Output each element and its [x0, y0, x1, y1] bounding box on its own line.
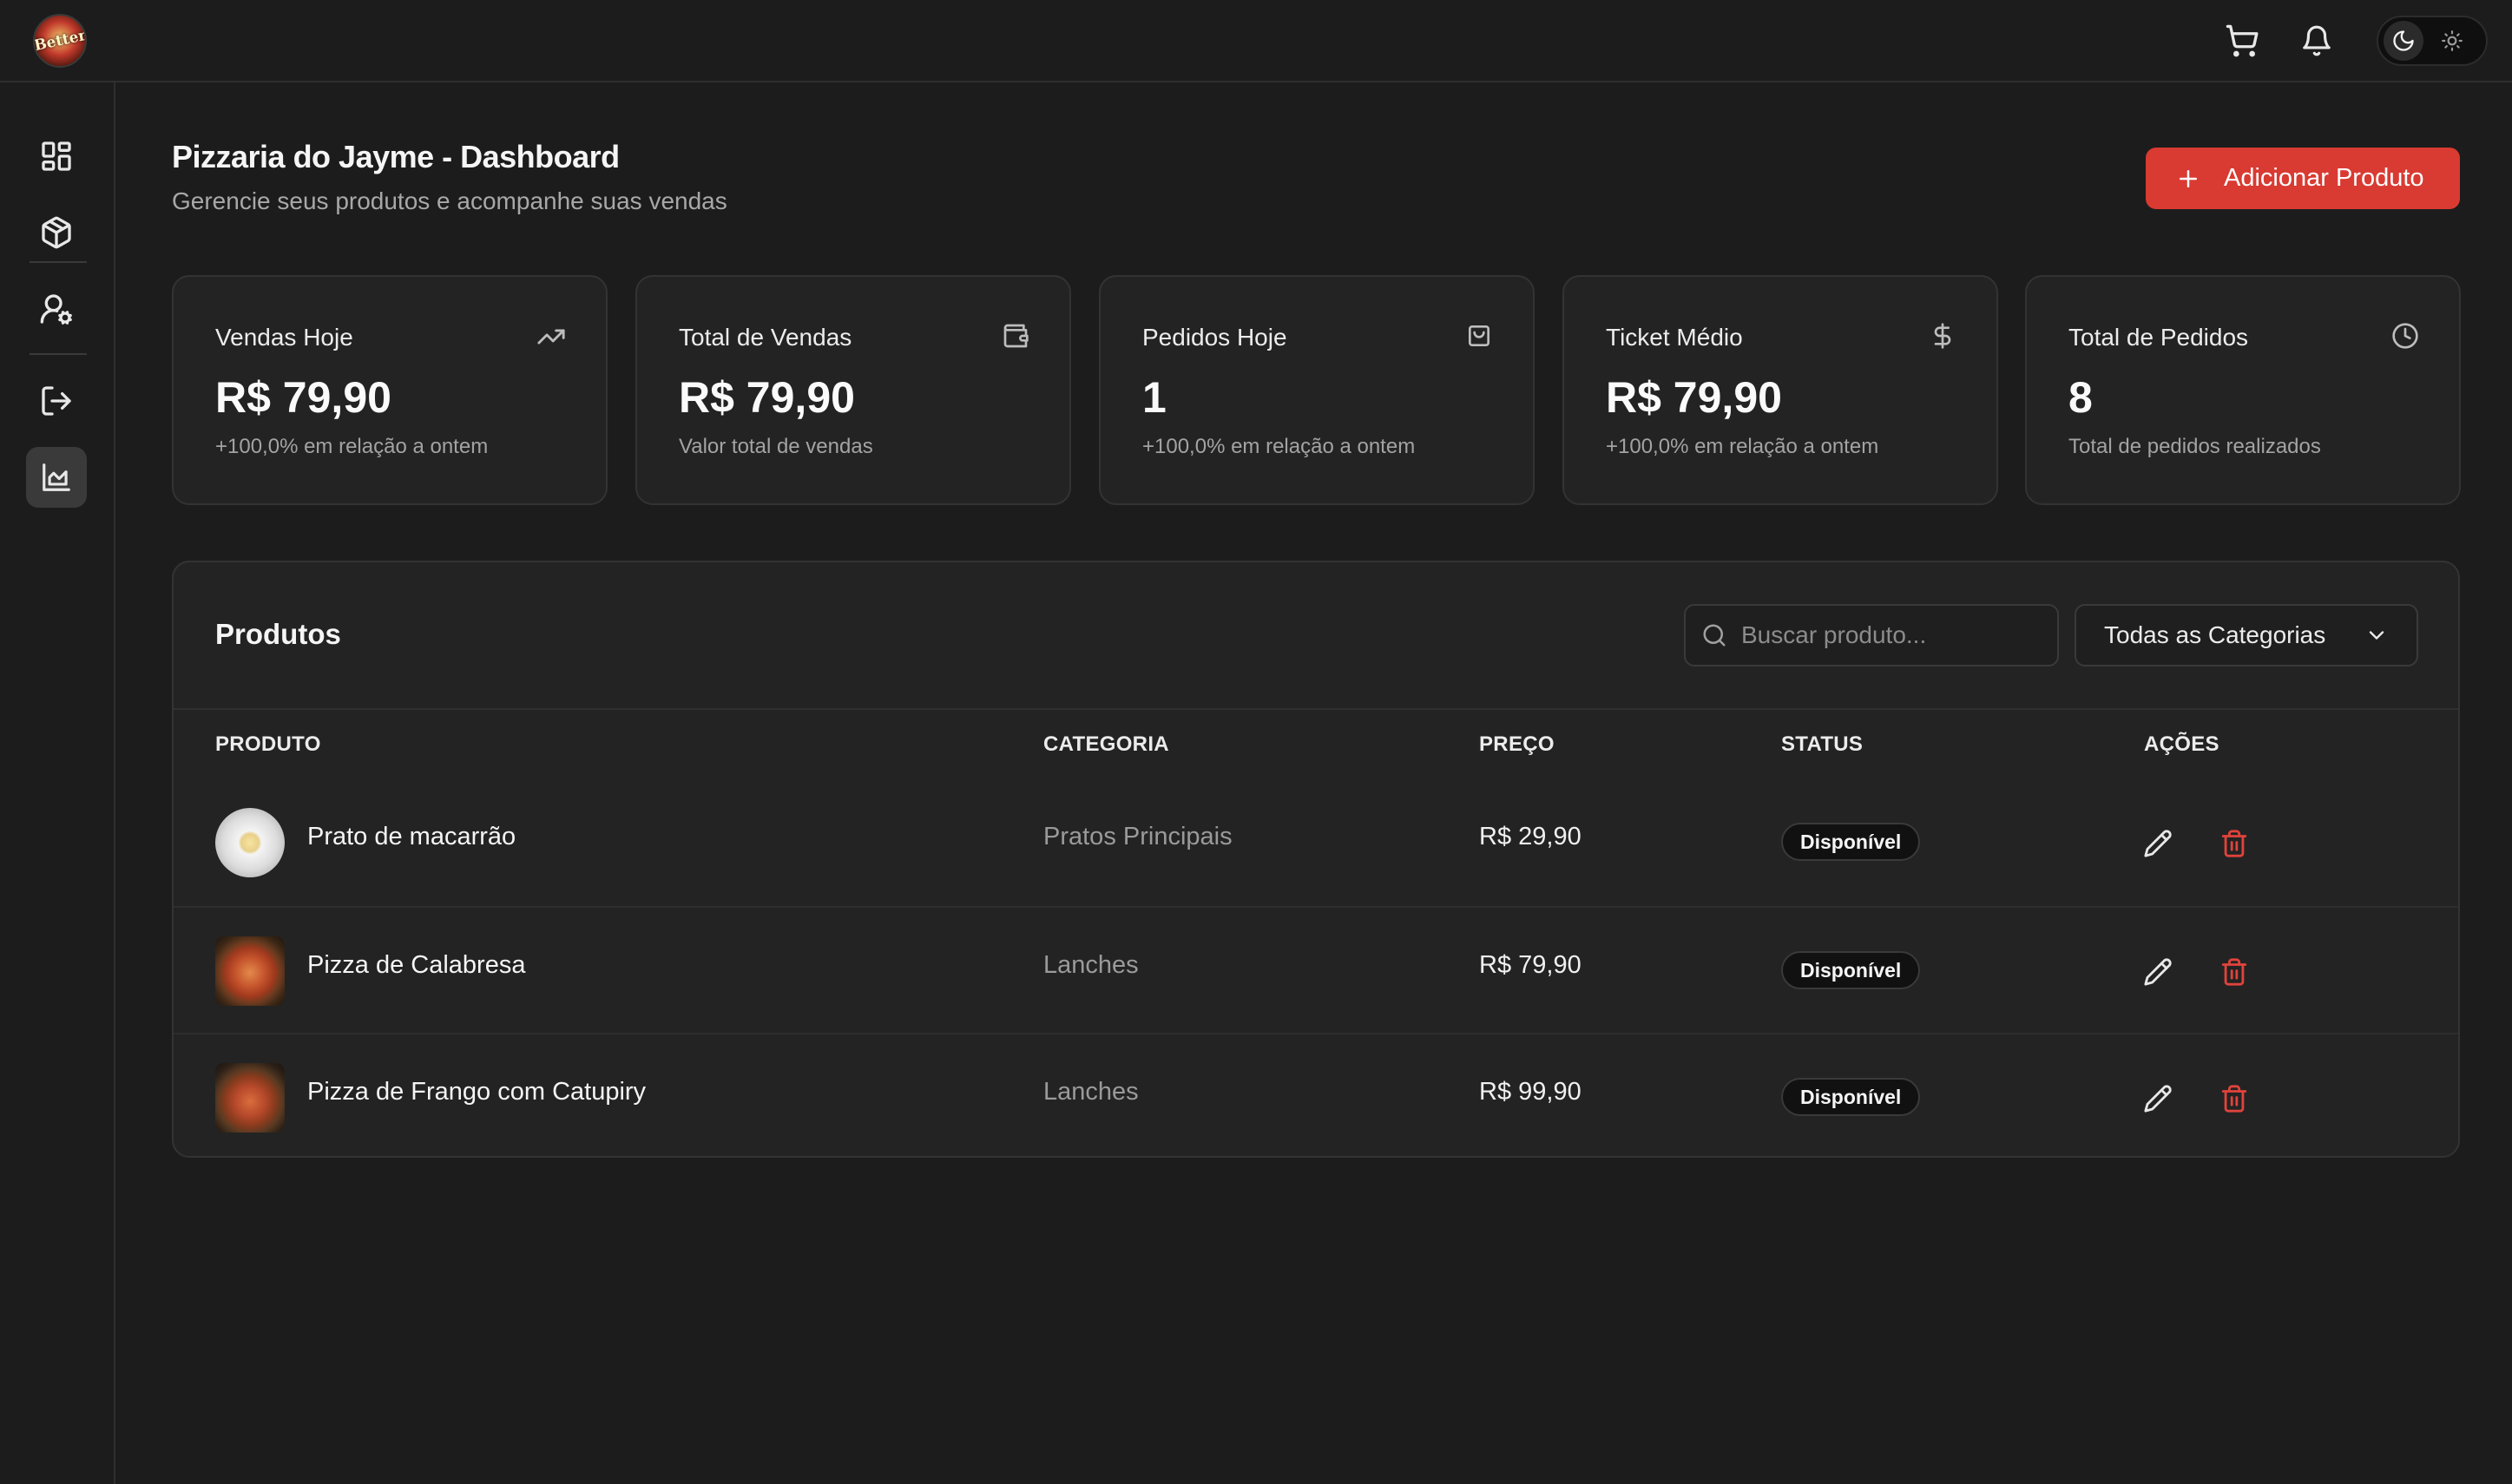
app-logo[interactable]: Better: [33, 14, 87, 68]
page-subtitle: Gerencie seus produtos e acompanhe suas …: [172, 187, 727, 214]
add-product-label: Adicionar Produto: [2224, 164, 2424, 192]
theme-toggle[interactable]: [2377, 16, 2488, 66]
status-badge: Disponível: [1781, 1078, 1921, 1116]
stat-value: R$ 79,90: [215, 373, 391, 422]
product-name: Pizza de Calabresa: [307, 951, 526, 979]
product-name: Pizza de Frango com Catupiry: [307, 1078, 647, 1106]
plus-icon: [2175, 166, 2201, 192]
product-price: R$ 29,90: [1479, 823, 1582, 850]
stat-label: Total de Pedidos: [2068, 324, 2249, 351]
sidebar-item-dashboard[interactable]: [26, 126, 87, 187]
wallet-icon: [1002, 322, 1029, 350]
bell-icon[interactable]: [2295, 19, 2338, 62]
column-header-actions: AÇÕES: [2144, 732, 2219, 756]
table-row[interactable]: Pizza de Frango com Catupiry Lanches R$ …: [174, 1033, 2458, 1156]
trash-icon[interactable]: [2215, 1080, 2253, 1118]
stat-label: Vendas Hoje: [215, 324, 353, 351]
sidebar-item-user-settings[interactable]: [26, 279, 87, 339]
stat-value: 8: [2068, 373, 2093, 422]
category-select[interactable]: Todas as Categorias: [2075, 604, 2418, 666]
stat-note: Total de pedidos realizados: [2068, 435, 2321, 458]
product-price: R$ 99,90: [1479, 1078, 1582, 1106]
products-title: Produtos: [215, 618, 341, 650]
sidebar-item-logout[interactable]: [26, 371, 87, 431]
product-category: Lanches: [1043, 951, 1139, 979]
stat-card-total-orders: Total de Pedidos 8 Total de pedidos real…: [2025, 275, 2461, 505]
column-header-product: PRODUTO: [215, 732, 321, 756]
pencil-icon[interactable]: [2139, 1080, 2177, 1118]
product-image: [215, 1063, 285, 1133]
moon-icon[interactable]: [2384, 21, 2423, 61]
package-icon: [39, 215, 74, 250]
product-category: Pratos Principais: [1043, 823, 1233, 850]
sidebar: [0, 82, 115, 1484]
dashboard-grid-icon: [39, 139, 74, 174]
sidebar-divider: [30, 353, 87, 355]
sidebar-item-products[interactable]: [26, 202, 87, 263]
logout-icon: [39, 384, 74, 418]
trash-icon[interactable]: [2215, 953, 2253, 991]
product-price: R$ 79,90: [1479, 951, 1582, 979]
stat-card-orders-today: Pedidos Hoje 1 +100,0% em relação a onte…: [1099, 275, 1535, 505]
add-product-button[interactable]: Adicionar Produto: [2146, 148, 2460, 209]
table-row[interactable]: Pizza de Calabresa Lanches R$ 79,90 Disp…: [174, 906, 2458, 1033]
column-header-category: CATEGORIA: [1043, 732, 1169, 756]
product-category: Lanches: [1043, 1078, 1139, 1106]
stat-label: Pedidos Hoje: [1142, 324, 1287, 351]
stat-note: +100,0% em relação a ontem: [1606, 435, 1879, 458]
search-icon: [1701, 622, 1727, 648]
product-image: [215, 808, 285, 877]
page-title: Pizzaria do Jayme - Dashboard: [172, 139, 620, 174]
stat-label: Total de Vendas: [679, 324, 852, 351]
stat-label: Ticket Médio: [1606, 324, 1743, 351]
table-row[interactable]: Prato de macarrão Pratos Principais R$ 2…: [174, 779, 2458, 906]
sidebar-item-reports[interactable]: [26, 447, 87, 508]
shopping-bag-icon: [1465, 322, 1493, 350]
status-badge: Disponível: [1781, 823, 1921, 861]
stat-note: +100,0% em relação a ontem: [1142, 435, 1416, 458]
clock-icon: [2391, 322, 2419, 350]
category-select-value: Todas as Categorias: [2104, 621, 2326, 648]
trending-up-icon: [536, 322, 566, 351]
search-box[interactable]: [1684, 604, 2059, 666]
search-input[interactable]: [1741, 621, 2036, 649]
logo-text: Better: [33, 26, 87, 56]
cart-icon[interactable]: [2220, 19, 2264, 62]
stat-note: +100,0% em relação a ontem: [215, 435, 489, 458]
trash-icon[interactable]: [2215, 824, 2253, 863]
status-badge: Disponível: [1781, 951, 1921, 989]
top-bar: Better: [0, 0, 2512, 82]
stat-value: R$ 79,90: [1606, 373, 1782, 422]
area-chart-icon: [40, 461, 73, 494]
column-header-status: STATUS: [1781, 732, 1864, 756]
stat-card-total-sales: Total de Vendas R$ 79,90 Valor total de …: [635, 275, 1071, 505]
products-panel: Produtos Todas as Categorias PRODUTO CAT…: [172, 561, 2460, 1158]
product-image: [215, 936, 285, 1006]
chevron-down-icon: [2364, 623, 2389, 647]
pencil-icon[interactable]: [2139, 953, 2177, 991]
dollar-icon: [1929, 322, 1956, 350]
column-header-price: PREÇO: [1479, 732, 1555, 756]
sun-icon[interactable]: [2432, 21, 2472, 61]
user-settings-icon: [39, 292, 74, 326]
product-name: Prato de macarrão: [307, 823, 516, 850]
stat-card-sales-today: Vendas Hoje R$ 79,90 +100,0% em relação …: [172, 275, 608, 505]
stat-value: 1: [1142, 373, 1167, 422]
pencil-icon[interactable]: [2139, 824, 2177, 863]
panel-divider: [174, 708, 2458, 710]
stat-value: R$ 79,90: [679, 373, 855, 422]
stat-card-average-ticket: Ticket Médio R$ 79,90 +100,0% em relação…: [1562, 275, 1998, 505]
sidebar-divider: [30, 261, 87, 263]
stat-note: Valor total de vendas: [679, 435, 873, 458]
